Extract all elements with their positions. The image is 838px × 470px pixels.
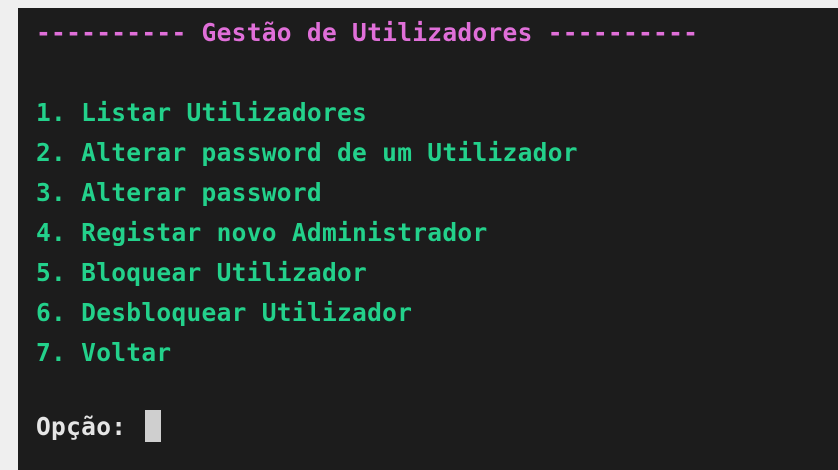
menu-item-alterar-password: 3. Alterar password [36, 178, 322, 207]
menu-header: ---------- Gestão de Utilizadores ------… [36, 18, 699, 47]
menu-item-registar-administrador: 4. Registar novo Administrador [36, 218, 488, 247]
text-cursor[interactable] [145, 410, 162, 442]
terminal-window[interactable]: ---------- Gestão de Utilizadores ------… [18, 8, 838, 470]
menu-item-alterar-password-utilizador: 2. Alterar password de um Utilizador [36, 138, 578, 167]
menu-item-desbloquear-utilizador: 6. Desbloquear Utilizador [36, 298, 413, 327]
option-prompt[interactable]: Opção: [36, 410, 162, 442]
menu-item-voltar: 7. Voltar [36, 338, 172, 367]
menu-item-bloquear-utilizador: 5. Bloquear Utilizador [36, 258, 368, 287]
prompt-label: Opção: [36, 412, 142, 441]
menu-item-listar-utilizadores: 1. Listar Utilizadores [36, 98, 368, 127]
